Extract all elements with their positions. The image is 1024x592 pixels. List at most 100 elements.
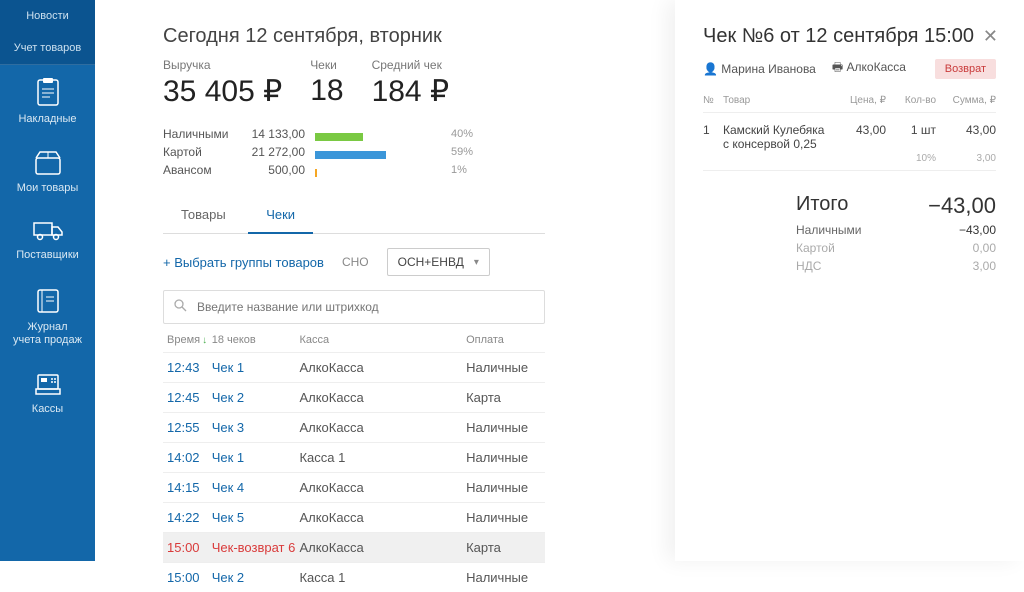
- cell-time: 14:15: [163, 480, 212, 495]
- payment-amount: 14 133,00: [245, 127, 305, 141]
- sidebar-item-label: Журнал учета продаж: [13, 321, 82, 347]
- sidebar-item-suppliers[interactable]: Поставщики: [0, 207, 95, 274]
- cell-time: 12:45: [163, 390, 212, 405]
- sort-asc-icon: ↓: [202, 335, 207, 346]
- cell-pay: Карта: [466, 390, 545, 405]
- payment-pct: 59%: [451, 146, 473, 158]
- cell-kassa: АлкоКасса: [299, 420, 466, 435]
- truck-icon: [32, 219, 64, 243]
- col-time-header[interactable]: Время: [167, 334, 200, 346]
- table-row[interactable]: 12:55 Чек 3 АлкоКасса Наличные: [163, 412, 545, 442]
- cell-kassa: АлкоКасса: [299, 390, 466, 405]
- sidebar-link-inventory[interactable]: Учет товаров: [0, 32, 95, 64]
- payment-label: Картой: [163, 145, 235, 159]
- clipboard-icon: [34, 77, 62, 107]
- payment-amount: 21 272,00: [245, 145, 305, 159]
- metric-checks: Чеки 18: [310, 58, 343, 109]
- total-label: Итого: [796, 193, 848, 219]
- tabs: Товары Чеки: [163, 197, 545, 234]
- table-row[interactable]: 12:45 Чек 2 АлкоКасса Карта: [163, 382, 545, 412]
- cell-pay: Наличные: [466, 570, 545, 585]
- close-icon[interactable]: ✕: [983, 26, 998, 47]
- cell-kassa: Касса 1: [299, 450, 466, 465]
- book-icon: [35, 287, 61, 315]
- item-tax-row: 10%3,00: [703, 153, 996, 171]
- col-check-header[interactable]: 18 чеков: [212, 334, 300, 346]
- item-row: 1Камский Кулебяка с консервой 0,2543,001…: [703, 113, 996, 153]
- metric-average: Средний чек 184 ₽: [372, 58, 449, 109]
- sidebar-item-label: Поставщики: [16, 249, 79, 262]
- sidebar-item-my-goods[interactable]: Мои товары: [0, 138, 95, 207]
- register-icon: 🖶: [832, 60, 847, 74]
- table-row[interactable]: 15:00 Чек 2 Касса 1 Наличные: [163, 562, 545, 592]
- box-icon: [33, 150, 63, 176]
- cell-time: 14:22: [163, 510, 212, 525]
- search-input[interactable]: [197, 300, 534, 314]
- sidebar-link-news[interactable]: Новости: [0, 0, 95, 32]
- cell-check: Чек 2: [212, 570, 300, 585]
- card-value: 0,00: [973, 241, 996, 255]
- metric-label: Выручка: [163, 58, 282, 72]
- cell-check: Чек-возврат 6: [212, 540, 300, 555]
- metric-value: 184 ₽: [372, 74, 449, 109]
- item-table-header: № Товар Цена, ₽ Кол-во Сумма, ₽: [703, 95, 996, 113]
- sidebar-item-registers[interactable]: Кассы: [0, 359, 95, 428]
- cell-check: Чек 1: [212, 360, 300, 375]
- user-icon: 👤: [703, 62, 721, 76]
- metric-label: Средний чек: [372, 58, 449, 72]
- chevron-down-icon: ▾: [474, 257, 479, 268]
- cell-kassa: АлкоКасса: [299, 510, 466, 525]
- table-header: Время↓ 18 чеков Касса Оплата: [163, 324, 545, 352]
- cell-check: Чек 2: [212, 390, 300, 405]
- table-row[interactable]: 14:22 Чек 5 АлкоКасса Наличные: [163, 502, 545, 532]
- payment-row: Авансом 500,00 1%: [163, 163, 545, 177]
- sidebar-item-label: Накладные: [18, 113, 76, 126]
- payment-amount: 500,00: [245, 163, 305, 177]
- sno-select[interactable]: ОСН+ЕНВД ▾: [387, 248, 490, 276]
- sidebar-item-invoices[interactable]: Накладные: [0, 65, 95, 138]
- table-row[interactable]: 15:00 Чек-возврат 6 АлкоКасса Карта: [163, 532, 545, 562]
- payment-label: Наличными: [163, 127, 235, 141]
- plus-icon: +: [163, 255, 174, 270]
- col-pay-header[interactable]: Оплата: [466, 334, 545, 346]
- cell-pay: Карта: [466, 540, 545, 555]
- cell-pay: Наличные: [466, 510, 545, 525]
- cash-value: −43,00: [959, 223, 996, 237]
- return-badge: Возврат: [935, 59, 996, 79]
- sidebar: Новости Учет товаров Накладные Мои товар…: [0, 0, 95, 561]
- metric-label: Чеки: [310, 58, 343, 72]
- cash-label: Наличными: [796, 223, 862, 237]
- cell-time: 14:02: [163, 450, 212, 465]
- table-row[interactable]: 14:15 Чек 4 АлкоКасса Наличные: [163, 472, 545, 502]
- search-icon: [174, 299, 187, 315]
- register-name: 🖶 АлкоКасса: [832, 58, 906, 79]
- cell-check: Чек 3: [212, 420, 300, 435]
- col-kassa-header[interactable]: Касса: [299, 334, 466, 346]
- nds-value: 3,00: [973, 259, 996, 273]
- payment-bar: [315, 148, 435, 156]
- payment-label: Авансом: [163, 163, 235, 177]
- tab-products[interactable]: Товары: [163, 197, 244, 232]
- total-value: −43,00: [928, 193, 996, 219]
- check-detail-panel: ✕ Чек №6 от 12 сентября 15:00 👤 Марина И…: [675, 0, 1024, 561]
- search-input-wrapper[interactable]: [163, 290, 545, 324]
- sidebar-item-label: Кассы: [32, 403, 63, 416]
- table-row[interactable]: 14:02 Чек 1 Касса 1 Наличные: [163, 442, 545, 472]
- cell-time: 15:00: [163, 540, 212, 555]
- table-row[interactable]: 12:43 Чек 1 АлкоКасса Наличные: [163, 352, 545, 382]
- cell-check: Чек 1: [212, 450, 300, 465]
- sidebar-item-label: Мои товары: [17, 182, 79, 195]
- metric-value: 35 405 ₽: [163, 74, 282, 109]
- cell-pay: Наличные: [466, 450, 545, 465]
- payment-row: Картой 21 272,00 59%: [163, 145, 545, 159]
- tab-checks[interactable]: Чеки: [248, 197, 313, 234]
- cell-kassa: АлкоКасса: [299, 540, 466, 555]
- main-content: Сегодня 12 сентября, вторник Выручка 35 …: [95, 0, 1024, 561]
- totals-block: Итого −43,00 Наличными −43,00 Картой 0,0…: [796, 191, 996, 275]
- payment-pct: 1%: [451, 164, 467, 176]
- select-groups-button[interactable]: + Выбрать группы товаров: [163, 255, 324, 270]
- cell-check: Чек 4: [212, 480, 300, 495]
- payment-bar: [315, 166, 435, 174]
- sidebar-item-sales-log[interactable]: Журнал учета продаж: [0, 275, 95, 359]
- page-title: Сегодня 12 сентября, вторник: [163, 25, 545, 48]
